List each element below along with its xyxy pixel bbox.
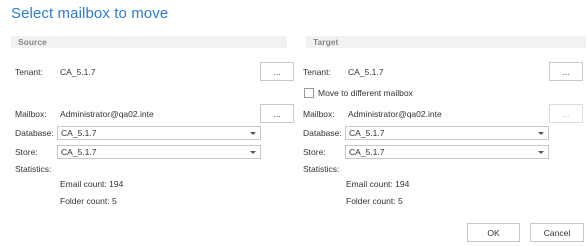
target-tenant-browse-button[interactable]: ... (549, 62, 583, 81)
target-header-label: Target (313, 37, 339, 47)
target-mailbox-label: Mailbox: (303, 109, 335, 119)
target-mailbox-field[interactable]: Administrator@qa02.inte (348, 109, 446, 123)
source-mailbox-label: Mailbox: (15, 109, 47, 119)
target-store-select-value: CA_5.1.7 (349, 147, 385, 157)
target-folder-count: Folder count: 5 (346, 196, 403, 206)
source-database-label: Database: (15, 128, 54, 138)
chevron-down-icon (250, 132, 256, 135)
target-email-count: Email count: 194 (346, 179, 410, 189)
target-tenant-value: CA_5.1.7 (348, 67, 384, 77)
source-database-select[interactable]: CA_5.1.7 (57, 126, 261, 140)
source-store-label: Store: (15, 147, 38, 157)
chevron-down-icon (250, 151, 256, 154)
cancel-button[interactable]: Cancel (530, 223, 584, 242)
source-header-label: Source (18, 37, 47, 47)
source-statistics-label: Statistics: (15, 164, 52, 174)
chevron-down-icon (538, 151, 544, 154)
source-header: Source (11, 36, 287, 48)
source-tenant-label: Tenant: (15, 67, 43, 77)
source-database-select-value: CA_5.1.7 (61, 128, 97, 138)
target-store-label: Store: (303, 147, 326, 157)
move-different-mailbox-label[interactable]: Move to different mailbox (318, 88, 413, 98)
target-database-select-value: CA_5.1.7 (349, 128, 385, 138)
move-different-mailbox-checkbox[interactable] (304, 88, 314, 98)
dialog-title: Select mailbox to move (11, 5, 169, 22)
ok-button[interactable]: OK (467, 223, 520, 242)
source-store-select[interactable]: CA_5.1.7 (57, 145, 261, 159)
source-email-count: Email count: 194 (60, 179, 124, 189)
target-tenant-label: Tenant: (303, 67, 331, 77)
target-statistics-label: Statistics: (303, 164, 340, 174)
target-database-label: Database: (303, 128, 342, 138)
source-folder-count: Folder count: 5 (60, 196, 117, 206)
source-mailbox-field[interactable]: Administrator@qa02.inte (60, 109, 158, 123)
source-store-select-value: CA_5.1.7 (61, 147, 97, 157)
source-mailbox-browse-button[interactable]: ... (260, 104, 294, 123)
chevron-down-icon (538, 132, 544, 135)
target-store-select[interactable]: CA_5.1.7 (345, 145, 549, 159)
target-header: Target (306, 36, 586, 48)
source-tenant-value: CA_5.1.7 (60, 67, 96, 77)
target-database-select[interactable]: CA_5.1.7 (345, 126, 549, 140)
target-mailbox-browse-button[interactable]: ... (549, 104, 583, 123)
source-tenant-browse-button[interactable]: ... (260, 62, 294, 81)
